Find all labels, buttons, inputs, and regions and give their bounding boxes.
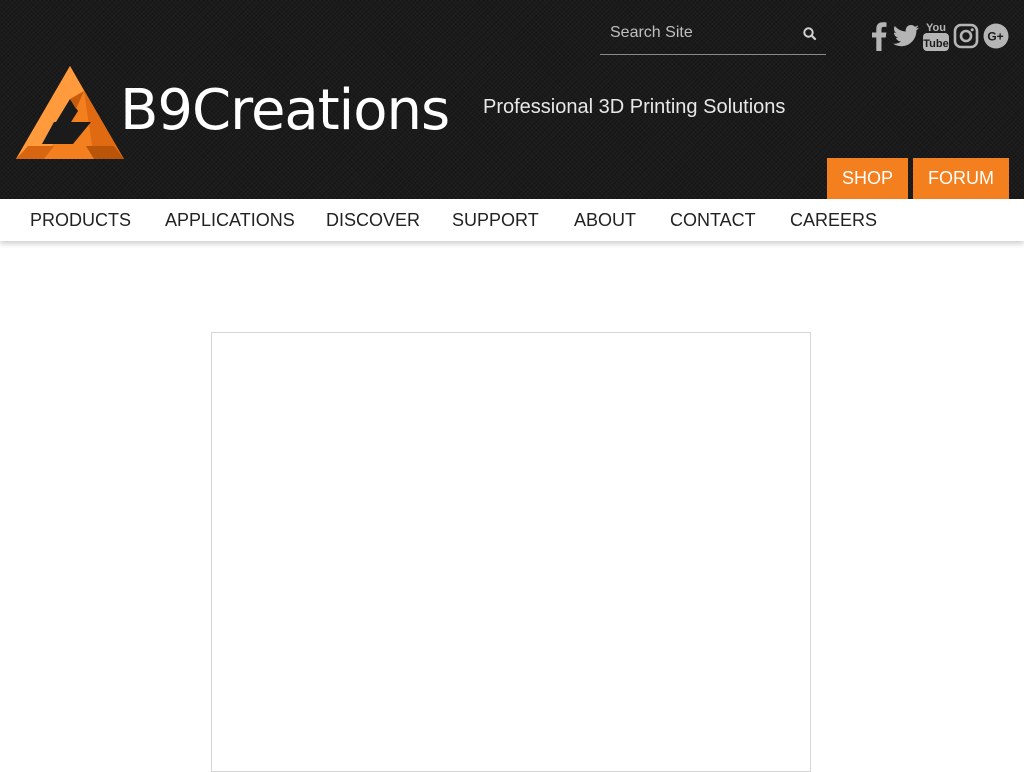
youtube-icon-text-top: You [926, 22, 946, 34]
nav-item-contact[interactable]: CONTACT [670, 199, 756, 241]
site-logo[interactable]: B9Creations [14, 66, 450, 162]
nav-item-products[interactable]: PRODUCTS [30, 199, 131, 241]
youtube-icon-text-bottom: Tube [923, 38, 948, 50]
logo-text: B9Creations [120, 78, 450, 143]
nav-item-support[interactable]: SUPPORT [452, 199, 539, 241]
nav-item-about[interactable]: ABOUT [574, 199, 636, 241]
shop-button[interactable]: SHOP [827, 158, 908, 199]
site-header: You Tube G+ B9Creations Profess [0, 0, 1024, 199]
nav-item-discover[interactable]: DISCOVER [326, 199, 420, 241]
nav-item-careers[interactable]: CAREERS [790, 199, 877, 241]
site-tagline: Professional 3D Printing Solutions [483, 96, 786, 118]
forum-button[interactable]: FORUM [913, 158, 1009, 199]
b9-triangle-logo-icon [16, 66, 124, 159]
twitter-icon[interactable] [892, 20, 920, 52]
search-input[interactable] [600, 14, 800, 52]
google-plus-icon-text: G+ [987, 30, 1003, 44]
nav-item-applications[interactable]: APPLICATIONS [165, 199, 295, 241]
youtube-icon[interactable]: You Tube [922, 20, 950, 52]
facebook-icon[interactable] [866, 20, 892, 52]
content-frame [211, 332, 811, 772]
search-icon[interactable] [800, 24, 820, 44]
main-nav: PRODUCTS APPLICATIONS DISCOVER SUPPORT A… [0, 199, 1024, 241]
instagram-icon[interactable] [952, 20, 980, 52]
google-plus-icon[interactable]: G+ [982, 20, 1010, 52]
search-box [600, 14, 826, 55]
